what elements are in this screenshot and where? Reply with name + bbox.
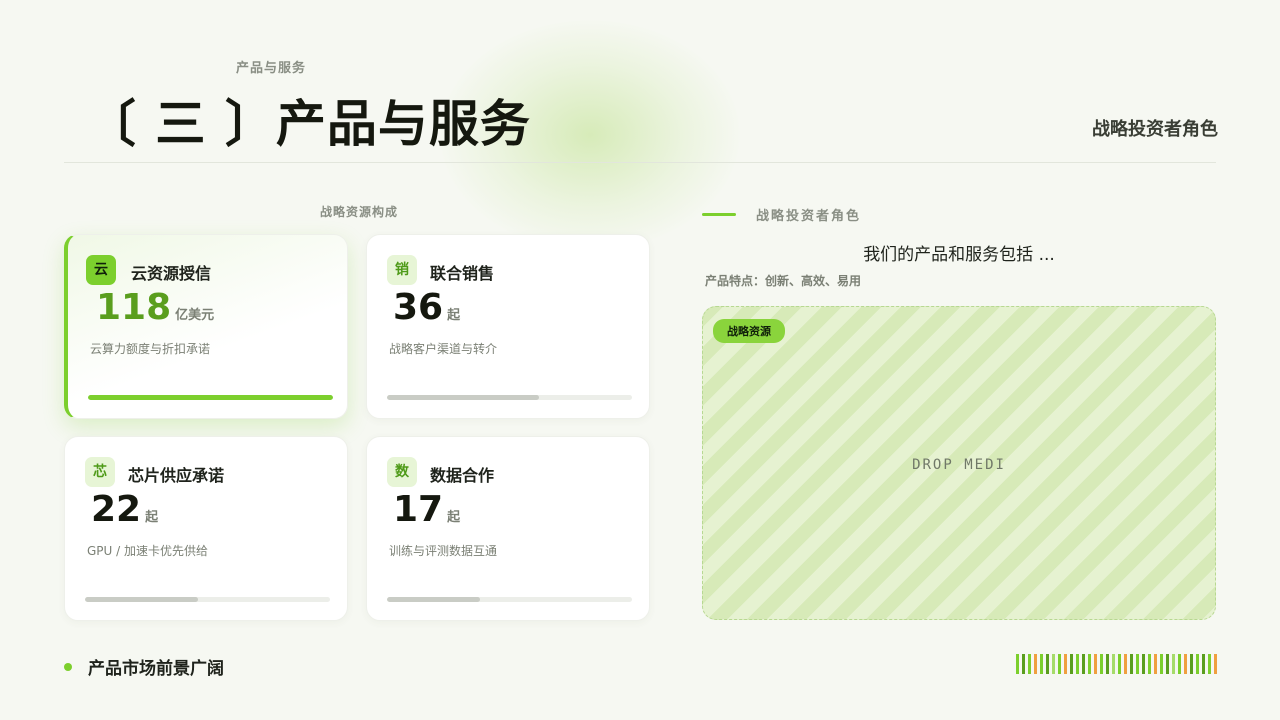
card-description: 战略客户渠道与转介 <box>389 342 498 356</box>
footer-text: 产品市场前景广阔 <box>88 659 224 679</box>
stat-number: 118 <box>96 287 172 328</box>
stripe-mark <box>1166 654 1169 674</box>
stripe-mark <box>1136 654 1139 674</box>
stripe-mark <box>1190 654 1193 674</box>
card-title: 芯片供应承诺 <box>128 466 225 485</box>
stripe-mark <box>1130 654 1133 674</box>
stripe-mark <box>1094 654 1097 674</box>
stripe-mark <box>1034 654 1037 674</box>
progress-fill <box>387 597 481 602</box>
stripe-mark <box>1202 654 1205 674</box>
stripe-mark <box>1172 654 1175 674</box>
card-data-cooperation[interactable]: 数 数据合作 17 起 训练与评测数据互通 <box>366 436 650 621</box>
cloud-icon: 云 <box>86 255 116 285</box>
stat-unit: 起 <box>145 510 159 525</box>
sales-icon: 销 <box>387 255 417 285</box>
resources-section-label: 战略资源构成 <box>320 205 399 219</box>
stripe-mark <box>1214 654 1217 674</box>
chip-icon: 芯 <box>85 457 115 487</box>
right-section-heading: 战略投资者角色 <box>702 205 861 224</box>
accent-line <box>702 213 736 216</box>
card-joint-sales[interactable]: 销 联合销售 36 起 战略客户渠道与转介 <box>366 234 650 419</box>
stripe-mark <box>1058 654 1061 674</box>
stripe-mark <box>1088 654 1091 674</box>
right-heading-text: 战略投资者角色 <box>756 209 862 224</box>
stat-unit: 亿美元 <box>175 308 215 323</box>
stripe-mark <box>1076 654 1079 674</box>
stripe-mark <box>1208 654 1211 674</box>
stripe-mark <box>1064 654 1067 674</box>
product-features: 产品特点：创新、高效、易用 <box>705 274 862 288</box>
stripe-mark <box>1106 654 1109 674</box>
stripe-mark <box>1124 654 1127 674</box>
progress-bar <box>88 395 333 400</box>
card-cloud-credit[interactable]: 云 云资源授信 118 亿美元 云算力额度与折扣承诺 <box>64 234 348 419</box>
page-title: 〔 三 〕产品与服务 <box>86 95 531 153</box>
decorative-stripes <box>1016 654 1217 674</box>
stripe-mark <box>1082 654 1085 674</box>
progress-bar <box>85 597 330 602</box>
stripe-mark <box>1046 654 1049 674</box>
stat-number: 17 <box>393 489 444 530</box>
stripe-mark <box>1070 654 1073 674</box>
stripe-mark <box>1022 654 1025 674</box>
card-title: 联合销售 <box>430 264 495 283</box>
stripe-mark <box>1118 654 1121 674</box>
data-icon: 数 <box>387 457 417 487</box>
progress-fill <box>387 395 539 400</box>
footer-note: 产品市场前景广阔 <box>64 654 224 679</box>
progress-fill <box>88 395 333 400</box>
header-role-label: 战略投资者角色 <box>1092 119 1218 140</box>
media-tag: 战略资源 <box>713 319 785 343</box>
stripe-mark <box>1028 654 1031 674</box>
header-kicker: 产品与服务 <box>236 61 307 76</box>
card-stat: 36 起 <box>393 287 460 328</box>
media-placeholder-text: DROP MEDI <box>912 457 1006 473</box>
stat-number: 22 <box>91 489 142 530</box>
progress-bar <box>387 597 632 602</box>
stripe-mark <box>1196 654 1199 674</box>
header-divider <box>64 162 1216 163</box>
stripe-mark <box>1100 654 1103 674</box>
stripe-mark <box>1154 654 1157 674</box>
right-subtitle: 我们的产品和服务包括 ... <box>863 245 1055 265</box>
card-title: 数据合作 <box>430 466 495 485</box>
stripe-mark <box>1148 654 1151 674</box>
card-stat: 22 起 <box>91 489 158 530</box>
card-description: 训练与评测数据互通 <box>389 544 498 558</box>
card-stat: 118 亿美元 <box>96 287 214 328</box>
progress-fill <box>85 597 198 602</box>
progress-bar <box>387 395 632 400</box>
stat-unit: 起 <box>447 510 461 525</box>
stat-unit: 起 <box>447 308 461 323</box>
card-chip-supply[interactable]: 芯 芯片供应承诺 22 起 GPU / 加速卡优先供给 <box>64 436 348 621</box>
card-description: 云算力额度与折扣承诺 <box>90 342 211 356</box>
stripe-mark <box>1142 654 1145 674</box>
stripe-mark <box>1184 654 1187 674</box>
media-dropzone[interactable]: 战略资源 DROP MEDI <box>702 306 1216 620</box>
card-title: 云资源授信 <box>131 264 212 283</box>
stripe-mark <box>1160 654 1163 674</box>
bullet-dot <box>64 662 72 671</box>
stat-number: 36 <box>393 287 444 328</box>
card-description: GPU / 加速卡优先供给 <box>87 544 208 558</box>
stripe-mark <box>1016 654 1019 674</box>
stripe-mark <box>1178 654 1181 674</box>
card-stat: 17 起 <box>393 489 460 530</box>
stripe-mark <box>1112 654 1115 674</box>
stripe-mark <box>1040 654 1043 674</box>
stripe-mark <box>1052 654 1055 674</box>
